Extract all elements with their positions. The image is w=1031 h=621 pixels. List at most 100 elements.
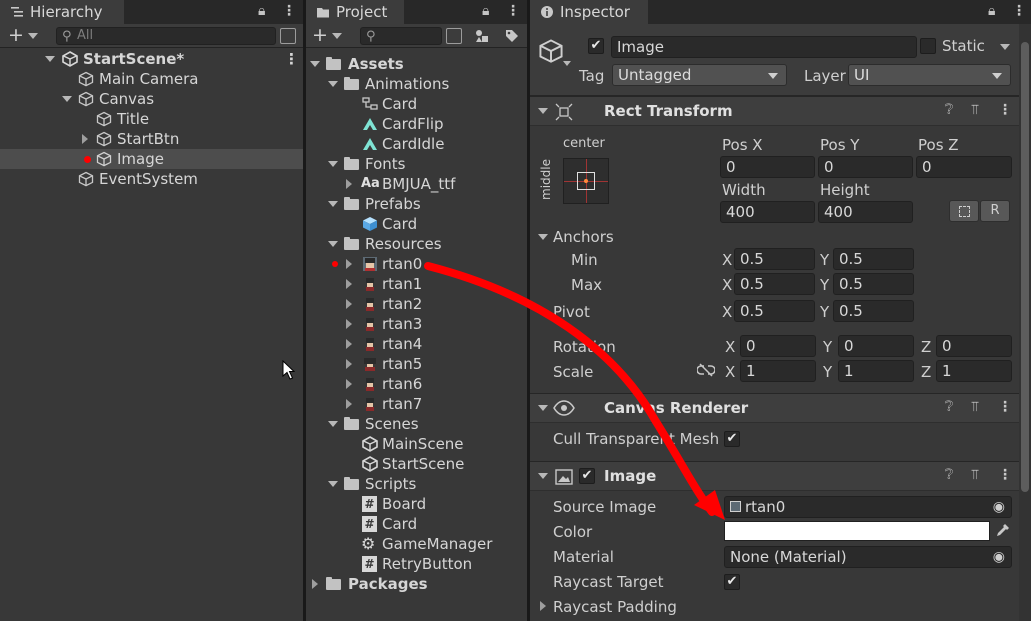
project-menu-icon[interactable]: ⋮ [506, 3, 520, 21]
raycast-target-checkbox[interactable]: ✔ [724, 574, 740, 590]
object-picker-icon[interactable]: ◉ [993, 497, 1005, 517]
rotation-x-field[interactable]: 0 [740, 335, 816, 357]
project-filter-icon[interactable] [446, 28, 462, 44]
canvas-renderer-header[interactable]: Canvas Renderer ❔︎ ⫪ ⋮ [530, 393, 1031, 423]
tree-folder-packages[interactable]: Packages [306, 574, 527, 594]
anchor-min-y-field[interactable]: 0.5 [833, 248, 914, 270]
image-component-header[interactable]: ✔ Image ❔︎ ⫪ ⋮ [530, 461, 1031, 491]
scale-y-field[interactable]: 1 [838, 360, 914, 382]
tree-item-board-script[interactable]: # Board [306, 494, 527, 514]
rotation-z-field[interactable]: 0 [936, 335, 1012, 357]
hierarchy-item-main-camera[interactable]: Main Camera [0, 69, 303, 89]
cull-transparent-mesh-checkbox[interactable]: ✔ [724, 431, 740, 447]
inspector-scrollbar-thumb[interactable] [1021, 42, 1029, 492]
tree-folder-fonts[interactable]: Fonts [306, 154, 527, 174]
object-name-field[interactable]: Image [611, 36, 917, 58]
inspector-scrollbar[interactable] [1019, 24, 1031, 621]
tree-item-rtan6[interactable]: rtan6 [306, 374, 527, 394]
raw-edit-button[interactable]: R [980, 200, 1010, 222]
inspector-menu-icon[interactable]: ⋮ [1012, 3, 1026, 21]
tree-item-rtan2[interactable]: rtan2 [306, 294, 527, 314]
anchor-max-y-field[interactable]: 0.5 [833, 273, 914, 295]
source-image-field[interactable]: rtan0 ◉ [724, 496, 1012, 518]
material-field[interactable]: None (Material) ◉ [724, 546, 1012, 568]
hierarchy-filter-icon[interactable] [280, 28, 296, 44]
help-icon[interactable]: ❔︎ [945, 467, 953, 483]
help-icon[interactable]: ❔︎ [945, 102, 953, 118]
color-swatch[interactable] [724, 521, 990, 541]
tree-folder-scripts[interactable]: Scripts [306, 474, 527, 494]
project-add-button[interactable]: + [312, 25, 342, 45]
anchors-foldout-icon[interactable] [538, 234, 548, 240]
tree-item-rtan0[interactable]: rtan0 [306, 254, 527, 274]
presets-icon[interactable]: ⫪ [971, 467, 979, 483]
pos-x-field[interactable]: 0 [720, 156, 815, 178]
width-field[interactable]: 400 [720, 201, 815, 223]
layer-dropdown[interactable]: UI [848, 64, 1011, 86]
hierarchy-item-eventsystem[interactable]: EventSystem [0, 169, 303, 189]
component-menu-icon[interactable]: ⋮ [998, 467, 1012, 483]
hierarchy-menu-icon[interactable]: ⋮ [282, 3, 296, 21]
hierarchy-item-startbtn[interactable]: StartBtn [0, 129, 303, 149]
tree-item-rtan1[interactable]: rtan1 [306, 274, 527, 294]
tree-item-rtan4[interactable]: rtan4 [306, 334, 527, 354]
pivot-y-field[interactable]: 0.5 [833, 300, 914, 322]
tree-item-gamemanager-script[interactable]: ⚙ GameManager [306, 534, 527, 554]
scale-z-field[interactable]: 1 [936, 360, 1012, 382]
component-menu-icon[interactable]: ⋮ [998, 102, 1012, 118]
scene-menu-icon[interactable]: ⋮ [284, 49, 299, 69]
tree-item-bmjua[interactable]: Aa BMJUA_ttf [306, 174, 527, 194]
tree-item-mainscene[interactable]: MainScene [306, 434, 527, 454]
hierarchy-search-input[interactable]: ⚲ All [56, 27, 276, 45]
active-checkbox[interactable]: ✔ [588, 38, 604, 54]
tab-hierarchy[interactable]: Hierarchy [0, 0, 124, 24]
tag-dropdown[interactable]: Untagged [612, 64, 787, 86]
anchor-max-x-field[interactable]: 0.5 [734, 273, 815, 295]
project-search-input[interactable]: ⚲ [360, 27, 442, 45]
eyedropper-icon[interactable] [994, 523, 1010, 539]
project-lock-icon[interactable]: 🔒︎ [482, 3, 489, 21]
raycast-padding-foldout-icon[interactable] [540, 601, 546, 611]
hierarchy-add-button[interactable]: + [8, 25, 38, 45]
tab-project[interactable]: Project [306, 0, 404, 24]
hierarchy-item-title[interactable]: Title [0, 109, 303, 129]
static-dropdown-icon[interactable] [1000, 44, 1010, 50]
component-menu-icon[interactable]: ⋮ [998, 399, 1012, 415]
tree-item-rtan7[interactable]: rtan7 [306, 394, 527, 414]
rect-transform-header[interactable]: Rect Transform ❔︎ ⫪ ⋮ [530, 96, 1031, 126]
anchor-presets-button[interactable] [563, 158, 609, 204]
object-picker-icon[interactable]: ◉ [993, 547, 1005, 567]
tree-item-card-prefab[interactable]: Card [306, 214, 527, 234]
unlink-icon[interactable] [697, 362, 715, 378]
rotation-y-field[interactable]: 0 [838, 335, 914, 357]
tree-item-startscene[interactable]: StartScene [306, 454, 527, 474]
tree-folder-resources[interactable]: Resources [306, 234, 527, 254]
filter-by-type-icon[interactable] [474, 28, 490, 44]
hierarchy-item-image-selected[interactable]: Image [0, 149, 303, 169]
tree-item-card-controller[interactable]: Card [306, 94, 527, 114]
tree-folder-scenes[interactable]: Scenes [306, 414, 527, 434]
tree-item-cardidle[interactable]: CardIdle [306, 134, 527, 154]
static-checkbox[interactable] [920, 38, 936, 54]
height-field[interactable]: 400 [818, 201, 913, 223]
tab-inspector[interactable]: Inspector [530, 0, 648, 24]
anchor-min-x-field[interactable]: 0.5 [734, 248, 815, 270]
hierarchy-lock-icon[interactable]: 🔒︎ [258, 3, 265, 21]
filter-by-label-icon[interactable] [504, 28, 520, 44]
tree-folder-animations[interactable]: Animations [306, 74, 527, 94]
scene-row[interactable]: StartScene* ⋮ [0, 49, 303, 69]
presets-icon[interactable]: ⫪ [971, 102, 979, 118]
tree-item-cardflip[interactable]: CardFlip [306, 114, 527, 134]
tree-item-retrybutton-script[interactable]: # RetryButton [306, 554, 527, 574]
blueprint-mode-button[interactable] [949, 200, 979, 222]
tree-item-card-script[interactable]: # Card [306, 514, 527, 534]
tree-folder-assets[interactable]: Assets [306, 54, 527, 74]
pos-z-field[interactable]: 0 [916, 156, 1012, 178]
help-icon[interactable]: ❔︎ [945, 399, 953, 415]
tree-item-rtan3[interactable]: rtan3 [306, 314, 527, 334]
tree-item-rtan5[interactable]: rtan5 [306, 354, 527, 374]
image-enabled-checkbox[interactable]: ✔ [579, 468, 595, 484]
presets-icon[interactable]: ⫪ [971, 399, 979, 415]
pos-y-field[interactable]: 0 [818, 156, 913, 178]
hierarchy-item-canvas[interactable]: Canvas [0, 89, 303, 109]
